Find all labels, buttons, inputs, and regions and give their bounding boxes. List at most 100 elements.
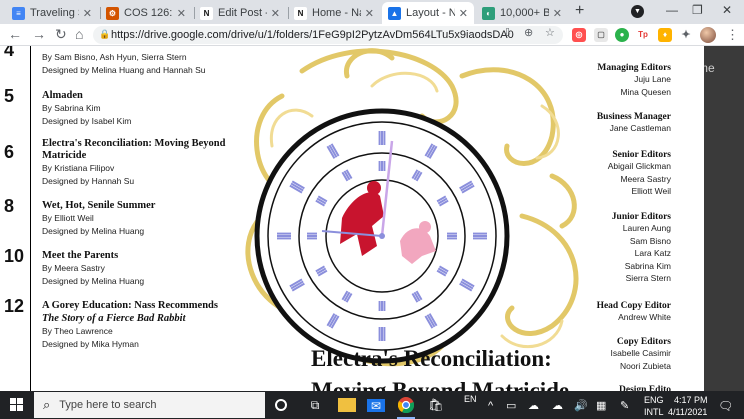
toc-page-number: 12 <box>4 296 25 316</box>
tab-title: Traveling Sale <box>30 7 79 19</box>
staff-name: Meera Sastry <box>620 173 671 184</box>
minimize-button[interactable]: — <box>666 3 678 17</box>
volume-icon[interactable]: 🔊 <box>574 399 588 412</box>
cloud-icon[interactable]: ☁ <box>552 399 563 412</box>
tab-close-icon[interactable]: ✕ <box>177 7 186 20</box>
avatar[interactable] <box>700 27 716 43</box>
tab-5[interactable]: ▲ Layout - Nassa ✕ <box>382 2 474 24</box>
staff-heading: Senior Editors <box>612 150 671 160</box>
toc-article-title[interactable]: Wet, Hot, Senile Summer <box>42 200 242 212</box>
layout-indicator[interactable]: INTL <box>644 407 664 417</box>
toc-designer: Designed by Melina Huang <box>42 225 145 236</box>
install-icon[interactable]: ⇩ <box>503 26 512 39</box>
tab-close-icon[interactable]: ✕ <box>553 7 562 20</box>
menu-kebab-icon[interactable]: ⋮ <box>726 27 739 43</box>
staff-name: Noori Zubieta <box>619 360 671 371</box>
extension-doc-icon[interactable]: ▢ <box>594 28 608 42</box>
cortana-icon[interactable] <box>275 399 287 411</box>
staff-heading: Business Manager <box>596 112 671 122</box>
search-icon: ⌕ <box>43 397 51 412</box>
bookmark-star-icon[interactable]: ☆ <box>545 26 555 39</box>
language-indicator[interactable]: ENG <box>644 395 664 405</box>
clock-illustration <box>245 48 579 367</box>
toc-designer: Designed by Hannah Su <box>42 175 135 186</box>
tab-close-icon[interactable]: ✕ <box>83 7 92 20</box>
mail-icon[interactable]: ✉ <box>367 399 385 413</box>
toc-designer: Designed by Mika Hyman <box>42 338 139 349</box>
staff-name: Andrew White <box>618 312 671 322</box>
staff-heading: Managing Editors <box>597 63 671 73</box>
clock-time[interactable]: 4:17 PM <box>674 395 708 405</box>
extensions-puzzle-icon[interactable]: ✦ <box>679 28 693 42</box>
extension-honey-icon[interactable]: ♦ <box>658 28 672 42</box>
toc-divider <box>30 46 31 391</box>
staff-name: Sam Bisno <box>629 235 671 246</box>
magazine-page: 4 By Sam Bisno, Ash Hyun, Sierra Stern Des… <box>0 46 704 391</box>
pen-icon[interactable]: ✎ <box>620 399 629 412</box>
toc-designer: Designed by Melina Huang <box>42 275 145 286</box>
tab-1[interactable]: ≡ Traveling Sale ✕ <box>6 2 98 24</box>
tab-favicon-icon: ≡ <box>12 6 25 20</box>
store-icon[interactable]: 🛍 <box>427 396 445 414</box>
clock-date[interactable]: 4/11/2021 <box>668 407 707 417</box>
tab-title: COS 126: Assi <box>124 7 173 19</box>
toc-article-title[interactable]: Electra's Reconciliation: Moving Beyond … <box>42 138 242 162</box>
extension-grammarly-icon[interactable]: ● <box>615 28 629 42</box>
taskbar-search-box[interactable]: ⌕ Type here to search <box>34 392 265 418</box>
zoom-icon[interactable]: ⊕ <box>524 26 533 39</box>
tab-close-icon[interactable]: ✕ <box>459 7 468 20</box>
staff-name: Sabrina Kim <box>624 260 671 271</box>
tab-favicon-icon: ◐ <box>482 6 495 20</box>
staff-name: Juju Lane <box>634 74 671 84</box>
notifications-icon[interactable]: 🗨 <box>718 399 733 413</box>
onedrive-icon[interactable]: ☁ <box>528 399 539 412</box>
staff-heading: Junior Editors <box>611 212 671 222</box>
tab-4[interactable]: N Home - Nassa ✕ <box>288 2 380 24</box>
reload-icon[interactable]: ↻ <box>55 26 67 43</box>
tab-close-icon[interactable]: ✕ <box>271 7 280 20</box>
tab-title: Layout - Nassa <box>406 7 455 19</box>
tab-strip: ≡ Traveling Sale ✕ ⚙ COS 126: Assi ✕ N Edit Pos… <box>0 0 744 24</box>
toc-byline: By Theo Lawrence <box>42 326 113 336</box>
tab-favicon-icon: N <box>200 6 213 20</box>
toc-byline: By Kristiana Filipov <box>42 163 115 173</box>
tab-3[interactable]: N Edit Post - Na ✕ <box>194 2 286 24</box>
chrome-icon[interactable] <box>397 396 415 419</box>
tray-overflow-icon[interactable]: ^ <box>488 400 493 412</box>
new-tab-button[interactable]: + <box>575 2 584 20</box>
task-view-icon[interactable]: ⧉ <box>306 396 324 414</box>
tab-close-icon[interactable]: ✕ <box>365 7 374 20</box>
back-icon[interactable]: ← <box>8 26 22 42</box>
toc-byline: By Elliott Weil <box>42 213 94 223</box>
network-icon[interactable]: ▦ <box>596 399 606 412</box>
battery-icon[interactable]: ▭ <box>506 399 516 412</box>
tab-favicon-icon: ▲ <box>388 6 401 20</box>
keyboard-indicator[interactable]: EN <box>464 394 477 404</box>
toc-designer: Designed by Melina Huang and Hannah Su <box>42 64 206 75</box>
close-window-button[interactable]: ✕ <box>722 3 732 17</box>
staff-group: Senior Editors Abigail Glickman Meera Sast… <box>608 150 671 198</box>
tab-6[interactable]: ◐ 10,000+ Best ✕ <box>476 2 568 24</box>
windows-taskbar: ⌕ Type here to search ⧉ ✉ 🛍 EN ^ ▭ ☁ ☁ 🔊… <box>0 391 744 419</box>
forward-icon[interactable]: → <box>32 26 46 42</box>
tab-title: Home - Nassa <box>312 7 361 19</box>
profile-menu-icon[interactable]: ▼ <box>631 5 644 18</box>
staff-name: Sierra Stern <box>625 273 671 284</box>
extension-tp-icon[interactable]: Tp <box>636 28 650 42</box>
feature-title-line2: Moving Beyond Matricide <box>311 378 570 391</box>
toc-byline: By Sam Bisno, Ash Hyun, Sierra Stern <box>42 52 187 62</box>
url-text: https://drive.google.com/drive/u/1/folde… <box>111 29 514 41</box>
extension-pocket-icon[interactable]: ◎ <box>572 28 586 42</box>
file-explorer-icon[interactable] <box>338 398 356 412</box>
toc-page-number: 8 <box>4 196 15 216</box>
toc-article-title[interactable]: A Gorey Education: Nass Recommends <box>42 300 242 312</box>
tab-2[interactable]: ⚙ COS 126: Assi ✕ <box>100 2 192 24</box>
home-icon[interactable]: ⌂ <box>75 26 83 42</box>
toc-designer: Designed by Isabel Kim <box>42 115 132 126</box>
toc-article-title[interactable]: Almaden <box>42 90 242 102</box>
staff-group: Business Manager Jane Castleman <box>597 112 671 135</box>
toc-article-title[interactable]: Meet the Parents <box>42 250 242 262</box>
maximize-button[interactable]: ❐ <box>692 3 703 17</box>
address-bar[interactable]: 🔒 https://drive.google.com/drive/u/1/fol… <box>93 26 563 44</box>
start-button[interactable] <box>10 398 24 412</box>
